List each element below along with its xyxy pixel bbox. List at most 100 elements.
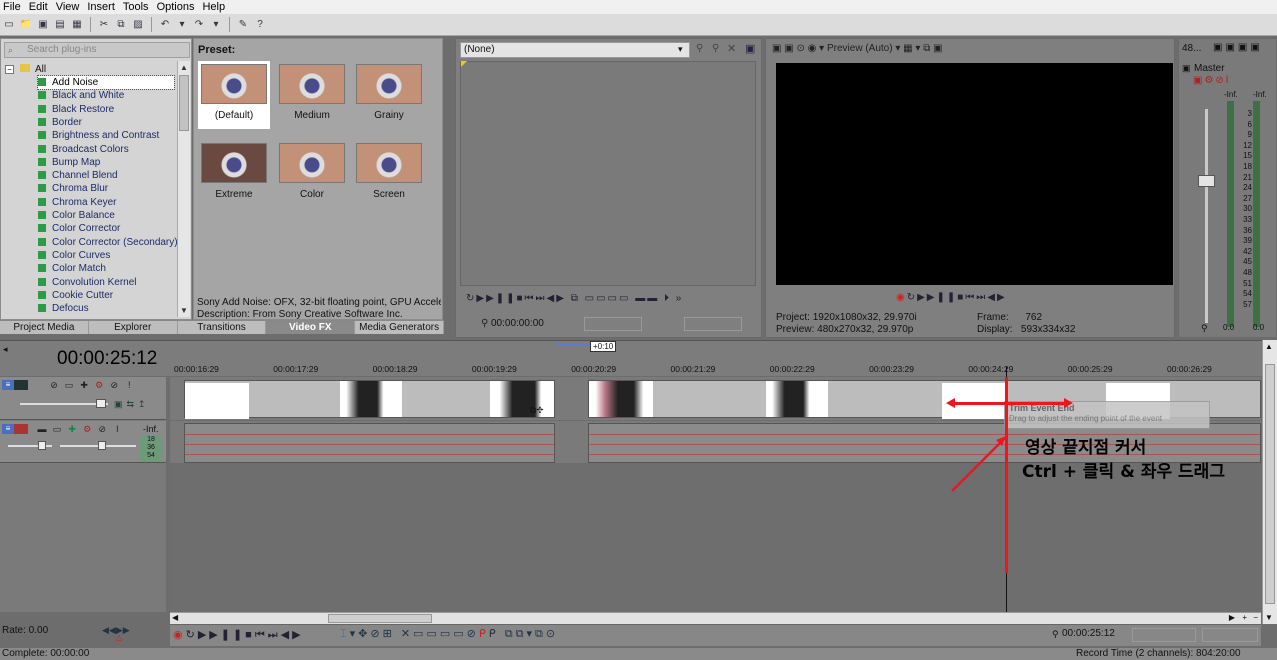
trimmer-source-select[interactable]: (None) — [460, 42, 690, 58]
dropdown-icon[interactable]: ▾ — [209, 18, 223, 32]
event-fx-icon[interactable]: ⧉✥ — [530, 405, 544, 416]
plugin-item[interactable]: Border — [38, 116, 174, 129]
level-slider-thumb[interactable] — [96, 399, 106, 408]
preset-color[interactable]: Color — [276, 140, 348, 208]
plugin-item[interactable]: Color Match — [38, 262, 174, 275]
close-icon[interactable]: ✕ — [727, 42, 736, 55]
split-screen-icon[interactable]: ◉ — [808, 43, 817, 54]
plugin-item[interactable]: Chroma Keyer — [38, 196, 174, 209]
marker-icon[interactable]: ᑭ — [479, 628, 489, 640]
properties-icon[interactable]: ▣ — [772, 43, 781, 54]
preset-default[interactable]: (Default) — [198, 61, 270, 129]
menu-insert[interactable]: Insert — [84, 1, 120, 13]
menu-options[interactable]: Options — [154, 1, 200, 13]
edit-tool-icons[interactable]: ⌶▾✥⊘⊞ ✕▭▭▭▭⊘ᑭᑭ ⧉⧉▾⧉⊙ — [340, 627, 558, 641]
scroll-up-icon[interactable]: ▲ — [1265, 342, 1273, 351]
scroll-left-icon[interactable]: ◀ — [172, 613, 178, 622]
chevron-down-icon[interactable]: ▾ — [895, 43, 900, 54]
scroll-up-icon[interactable]: ▲ — [180, 63, 188, 72]
bus-fx-icons[interactable]: ▣⚙⊘ǀ — [1193, 75, 1230, 86]
mixer-toolbar-icons[interactable]: ▣▣▣▣ — [1213, 42, 1263, 53]
plugin-item[interactable]: Brightness and Contrast — [38, 129, 174, 142]
tab-video-fx[interactable]: Video FX — [266, 321, 356, 334]
plugin-item[interactable]: Color Curves — [38, 249, 174, 262]
insert-envelope-icon[interactable]: ▬ — [36, 423, 48, 435]
volume-slider-thumb[interactable] — [38, 441, 46, 450]
timeline-horizontal-scrollbar[interactable]: ◀ ▶ + − — [170, 612, 1261, 624]
pan-slider-thumb[interactable] — [98, 441, 106, 450]
fx-icon[interactable]: ⊙ — [796, 43, 804, 54]
solo-icon[interactable]: ⊘ — [96, 423, 108, 435]
preset-extreme[interactable]: Extreme — [198, 140, 270, 208]
open-icon[interactable]: 📁 — [19, 18, 33, 32]
cut-icon[interactable]: ✂ — [97, 18, 111, 32]
mute-icon[interactable]: ▭ — [51, 423, 63, 435]
plugin-item[interactable]: Chroma Blur — [38, 182, 174, 195]
overlays-icon[interactable]: ▦ — [903, 43, 912, 54]
menu-tools[interactable]: Tools — [120, 1, 154, 13]
scroll-thumb[interactable] — [328, 614, 432, 623]
scroll-down-icon[interactable]: ▼ — [180, 306, 188, 315]
plugin-item[interactable]: Color Corrector — [38, 222, 174, 235]
composite-icon[interactable]: ⊘ — [48, 379, 60, 391]
preset-medium[interactable]: Medium — [276, 61, 348, 129]
copy-snapshot-icon[interactable]: ⧉ — [923, 43, 930, 54]
video-event-1[interactable]: ⧉✥ — [184, 380, 555, 419]
save-snapshot-icon[interactable]: ▣ — [933, 43, 942, 54]
record-icon[interactable]: ◉ — [896, 292, 907, 303]
record-icon[interactable]: ◉ — [173, 629, 186, 641]
audio-event-1[interactable] — [184, 423, 555, 463]
timeline-tracks[interactable]: ⧉✥ Trim Event End Drag to adjust the end… — [170, 367, 1261, 613]
copy-icon[interactable]: ⧉ — [114, 18, 128, 32]
render-icon[interactable]: ✎ — [236, 18, 250, 32]
plugin-item[interactable]: Add Noise — [37, 75, 175, 90]
pin-icon[interactable]: ⚲ — [712, 43, 719, 54]
tab-transitions[interactable]: Transitions — [178, 321, 267, 334]
video-track-header[interactable]: ≡ ⊘ ▭ ✚ ⚙ ⊘ ! ▣⇆↥ — [0, 377, 166, 420]
new-icon[interactable]: ▭ — [2, 18, 16, 32]
plugin-item[interactable]: Broadcast Colors — [38, 143, 174, 156]
dropdown-icon[interactable]: ▾ — [175, 18, 189, 32]
zoom-in-icon[interactable]: + — [1242, 613, 1247, 622]
save-as-icon[interactable]: ▤ — [53, 18, 67, 32]
plugin-item[interactable]: Defocus — [38, 302, 174, 315]
zoom-out-icon[interactable]: − — [1253, 613, 1258, 622]
redo-icon[interactable]: ↷ — [192, 18, 206, 32]
trimmer-transport[interactable]: ↻▶▶❚❚■⏮⏭◀▶ ⧉ ▭▭▭▭ ▬▬ ⏵ » — [466, 293, 683, 304]
parent-icon[interactable]: ✚ — [78, 379, 90, 391]
plugin-item[interactable]: Bump Map — [38, 156, 174, 169]
lock-icon[interactable]: ⚲ — [1201, 323, 1208, 334]
tab-explorer[interactable]: Explorer — [89, 321, 178, 334]
save-icon[interactable]: ▣ — [36, 18, 50, 32]
chevron-down-icon[interactable]: ▾ — [915, 43, 920, 54]
fx-icon[interactable]: ⚙ — [81, 423, 93, 435]
trimmer-display[interactable] — [460, 61, 756, 286]
monitor-icon[interactable]: ▣ — [784, 43, 793, 54]
track-expand-icons[interactable]: ▣⇆↥ — [114, 399, 150, 410]
monitor-icon[interactable]: ▣ — [745, 42, 755, 55]
scroll-right-icon[interactable]: ▶ — [1229, 613, 1235, 622]
selection-length-field[interactable] — [1202, 628, 1258, 642]
scroll-thumb[interactable] — [1265, 364, 1275, 604]
menu-view[interactable]: View — [53, 1, 85, 13]
audio-track-header[interactable]: ≡ ▬ ▭ ✚ ⚙ ⊘ ǀ -Inf. 18 36 54 — [0, 421, 166, 463]
plugin-item[interactable]: Channel Blend — [38, 169, 174, 182]
arm-icon[interactable]: ǀ — [111, 423, 123, 435]
plugin-item[interactable]: Black Restore — [38, 103, 174, 116]
motion-icon[interactable]: ▭ — [63, 379, 75, 391]
master-fader-thumb[interactable] — [1198, 175, 1215, 187]
paste-icon[interactable]: ▨ — [131, 18, 145, 32]
normal-edit-tool-icon[interactable]: ⌶ — [340, 628, 350, 640]
menu-file[interactable]: File — [0, 1, 26, 13]
preset-grainy[interactable]: Grainy — [353, 61, 425, 129]
whats-this-icon[interactable]: ? — [253, 18, 267, 32]
maximize-icon[interactable]: ◂ — [3, 344, 8, 355]
scroll-thumb[interactable] — [179, 75, 189, 131]
loop-region[interactable] — [556, 343, 590, 345]
plugin-item[interactable]: Cookie Cutter — [38, 289, 174, 302]
trimmer-in-field[interactable] — [584, 317, 642, 331]
fx-icon[interactable]: ⚙ — [93, 379, 105, 391]
transport-controls[interactable]: ◉↻▶▶❚❚■⏮⏭◀▶ — [173, 628, 304, 642]
mute-icon[interactable]: ⊘ — [108, 379, 120, 391]
plugin-list-scrollbar[interactable]: ▲ ▼ — [177, 61, 190, 317]
